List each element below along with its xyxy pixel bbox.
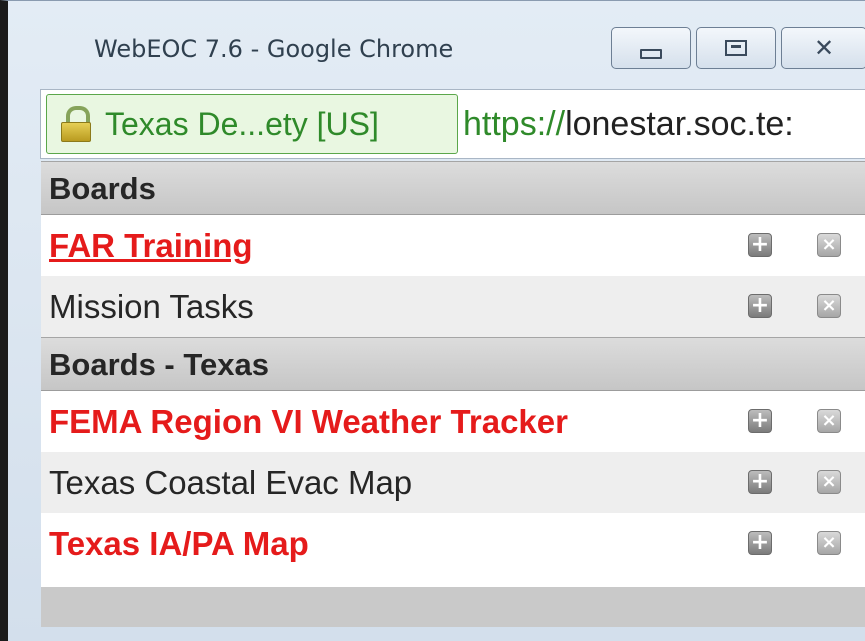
maximize-icon: [725, 40, 747, 56]
panel-footer: [41, 587, 865, 627]
url-scheme: https://: [463, 105, 566, 143]
board-row[interactable]: Texas IA/PA Map + ×: [41, 513, 865, 574]
close-icon: ✕: [813, 34, 835, 62]
add-board-button[interactable]: +: [748, 409, 772, 433]
url-text[interactable]: https://lonestar.soc.te:: [463, 94, 863, 154]
maximize-button[interactable]: [696, 27, 776, 69]
security-indicator[interactable]: Texas De...ety [US]: [46, 94, 458, 154]
section-header-boards-texas: Boards - Texas: [41, 337, 865, 391]
minimize-button[interactable]: [611, 27, 691, 69]
board-link[interactable]: Texas IA/PA Map: [49, 525, 309, 562]
remove-board-button[interactable]: ×: [817, 294, 841, 318]
remove-board-button[interactable]: ×: [817, 470, 841, 494]
certificate-label: Texas De...ety [US]: [105, 105, 379, 142]
window-title: WebEOC 7.6 - Google Chrome: [94, 35, 454, 63]
close-icon: ×: [821, 234, 837, 255]
remove-board-button[interactable]: ×: [817, 531, 841, 555]
remove-board-button[interactable]: ×: [817, 409, 841, 433]
board-link[interactable]: FAR Training: [49, 227, 253, 264]
boards-panel: Boards FAR Training + × Mission Tasks + …: [41, 161, 865, 627]
minimize-icon: [640, 49, 662, 59]
close-icon: ×: [821, 295, 837, 316]
close-window-button[interactable]: ✕: [781, 27, 865, 69]
close-icon: ×: [821, 471, 837, 492]
add-board-button[interactable]: +: [748, 294, 772, 318]
plus-icon: +: [750, 232, 770, 257]
board-row[interactable]: Texas Coastal Evac Map + ×: [41, 452, 865, 513]
board-row[interactable]: FEMA Region VI Weather Tracker + ×: [41, 391, 865, 452]
plus-icon: +: [750, 530, 770, 555]
board-link[interactable]: Mission Tasks: [49, 288, 254, 325]
add-board-button[interactable]: +: [748, 531, 772, 555]
plus-icon: +: [750, 469, 770, 494]
browser-window: WebEOC 7.6 - Google Chrome ✕ Texas De...…: [0, 0, 865, 641]
plus-icon: +: [750, 293, 770, 318]
board-link[interactable]: Texas Coastal Evac Map: [49, 464, 412, 501]
board-row[interactable]: Mission Tasks + ×: [41, 276, 865, 337]
plus-icon: +: [750, 408, 770, 433]
url-host: lonestar.soc.te:: [565, 105, 794, 143]
close-icon: ×: [821, 532, 837, 553]
section-header-boards: Boards: [41, 161, 865, 215]
board-link[interactable]: FEMA Region VI Weather Tracker: [49, 403, 568, 440]
remove-board-button[interactable]: ×: [817, 233, 841, 257]
add-board-button[interactable]: +: [748, 470, 772, 494]
close-icon: ×: [821, 410, 837, 431]
title-bar[interactable]: WebEOC 7.6 - Google Chrome ✕: [8, 1, 865, 83]
board-row[interactable]: FAR Training + ×: [41, 215, 865, 276]
lock-icon: [61, 104, 91, 144]
address-bar[interactable]: Texas De...ety [US] https://lonestar.soc…: [40, 89, 865, 159]
add-board-button[interactable]: +: [748, 233, 772, 257]
